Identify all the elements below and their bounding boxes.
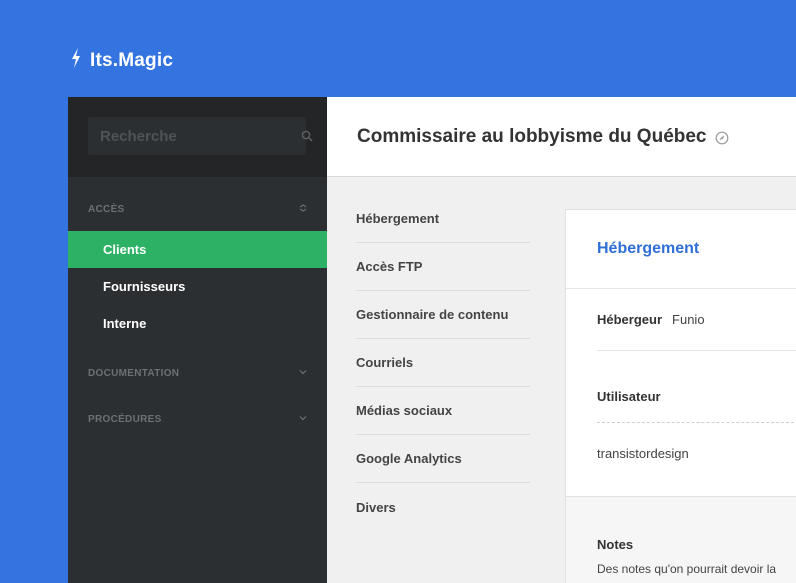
sidebar: ACCÈS Clients Fournisseurs Interne DOCUM… <box>68 97 327 583</box>
app-window: ACCÈS Clients Fournisseurs Interne DOCUM… <box>68 97 796 583</box>
section-title: ACCÈS <box>88 203 125 215</box>
collapse-icon[interactable] <box>299 203 307 215</box>
chevron-down-icon[interactable] <box>299 414 307 424</box>
section-acces[interactable]: ACCÈS <box>68 181 327 231</box>
search-icon[interactable] <box>301 130 313 142</box>
sidebar-item-interne[interactable]: Interne <box>68 305 327 342</box>
sidebar-item-fournisseurs[interactable]: Fournisseurs <box>68 268 327 305</box>
subnav-item-gestionnaire[interactable]: Gestionnaire de contenu <box>356 291 530 339</box>
page-title: Commissaire au lobbyisme du Québec <box>357 125 707 147</box>
section-title: PROCÉDURES <box>88 413 162 425</box>
subnav-item-acces-ftp[interactable]: Accès FTP <box>356 243 530 291</box>
field-utilisateur-label: Utilisateur <box>597 351 796 423</box>
brand-name: Its.Magic <box>90 49 174 71</box>
search-area <box>68 97 327 177</box>
search-box[interactable] <box>88 117 313 155</box>
subnav-item-google-analytics[interactable]: Google Analytics <box>356 435 530 483</box>
compass-icon[interactable] <box>715 129 729 145</box>
notes-title: Notes <box>597 537 634 552</box>
panel-header: Hébergement <box>566 210 796 289</box>
chevron-down-icon[interactable] <box>299 368 307 378</box>
notes-area: Notes Des notes qu'on pourrait devoir la <box>566 496 796 583</box>
detail-panel: Hébergement Hébergeur Funio Utilisateur … <box>565 209 796 583</box>
nav-group-acces: Clients Fournisseurs Interne <box>68 231 327 342</box>
subnav-item-divers[interactable]: Divers <box>356 483 530 531</box>
section-title: DOCUMENTATION <box>88 367 180 379</box>
field-label: Hébergeur <box>597 312 663 327</box>
sidebar-item-clients[interactable]: Clients <box>68 231 327 268</box>
field-utilisateur-value[interactable]: transistordesign <box>597 423 796 483</box>
main-content: Commissaire au lobbyisme du Québec Héber… <box>327 97 796 583</box>
notes-text: Des notes qu'on pourrait devoir la <box>597 562 777 576</box>
field-hebergeur: Hébergeur Funio <box>597 289 796 351</box>
section-documentation[interactable]: DOCUMENTATION <box>68 350 327 396</box>
field-value[interactable]: Funio <box>672 312 705 327</box>
search-input[interactable] <box>100 127 301 145</box>
section-procedures[interactable]: PROCÉDURES <box>68 396 327 442</box>
subnav-item-hebergement[interactable]: Hébergement <box>356 195 530 243</box>
subnav-item-medias-sociaux[interactable]: Médias sociaux <box>356 387 530 435</box>
panel-title: Hébergement <box>597 240 700 257</box>
brand[interactable]: Its.Magic <box>70 48 173 73</box>
section-subnav: Hébergement Accès FTP Gestionnaire de co… <box>356 195 530 531</box>
subnav-item-courriels[interactable]: Courriels <box>356 339 530 387</box>
lightning-icon <box>70 48 82 73</box>
page-header: Commissaire au lobbyisme du Québec <box>327 97 796 177</box>
